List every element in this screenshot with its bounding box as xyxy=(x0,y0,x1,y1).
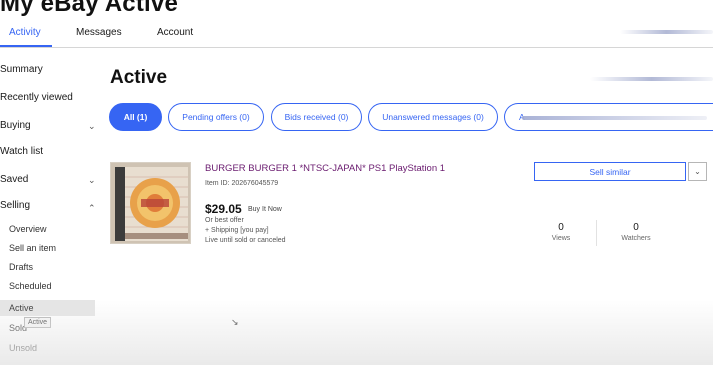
blurred-region xyxy=(522,116,707,120)
sidebar-item-watch-list[interactable]: Watch list xyxy=(0,146,43,157)
sidebar-item-selling[interactable]: Selling xyxy=(0,200,30,211)
top-tab-bar: Activity Messages Account xyxy=(0,24,713,48)
filter-unanswered-messages-pill[interactable]: Unanswered messages (0) xyxy=(368,103,498,131)
item-id: Item ID: 202676045579 xyxy=(205,180,279,187)
shipping-text: + Shipping [you pay] xyxy=(205,227,269,234)
blurred-region xyxy=(590,77,713,81)
listing-title-link[interactable]: BURGER BURGER 1 *NTSC-JAPAN* PS1 PlaySta… xyxy=(205,163,445,174)
chevron-down-icon: ⌄ xyxy=(694,167,701,176)
sidebar-subitem-scheduled[interactable]: Scheduled xyxy=(9,281,52,291)
sidebar-subitem-overview[interactable]: Overview xyxy=(9,224,47,234)
views-count: 0 xyxy=(558,222,564,233)
sidebar-subitem-active[interactable]: Active xyxy=(9,303,34,313)
tab-activity[interactable]: Activity xyxy=(9,27,41,38)
bottom-fade-overlay xyxy=(0,300,713,365)
best-offer-text: Or best offer xyxy=(205,217,244,224)
sidebar-item-summary[interactable]: Summary xyxy=(0,64,43,75)
active-tab-indicator xyxy=(0,45,52,47)
chevron-down-icon[interactable]: ⌄ xyxy=(88,121,96,132)
tooltip: Active xyxy=(24,317,52,328)
sidebar-item-recently-viewed[interactable]: Recently viewed xyxy=(0,92,73,103)
sidebar-subitem-sell-an-item[interactable]: Sell an item xyxy=(9,243,56,253)
listing-thumbnail[interactable] xyxy=(110,162,191,244)
section-title: Active xyxy=(110,67,168,88)
watchers-label: Watchers xyxy=(621,235,651,242)
more-actions-dropdown[interactable]: ⌄ xyxy=(688,162,707,181)
watchers-count: 0 xyxy=(633,222,639,233)
sell-similar-button[interactable]: Sell similar xyxy=(534,162,686,181)
mouse-cursor-icon: ↘ xyxy=(231,317,239,327)
sidebar-subitem-unsold[interactable]: Unsold xyxy=(9,343,37,353)
blurred-region xyxy=(620,30,713,34)
views-label: Views xyxy=(551,235,571,242)
sidebar-item-buying[interactable]: Buying xyxy=(0,120,31,131)
chevron-down-icon[interactable]: ⌄ xyxy=(88,175,96,186)
listing-format: Buy It Now xyxy=(248,206,282,213)
filter-bids-received-pill[interactable]: Bids received (0) xyxy=(271,103,362,131)
tab-messages[interactable]: Messages xyxy=(76,27,122,38)
game-cover-image xyxy=(111,163,190,243)
filter-all-pill[interactable]: All (1) xyxy=(109,103,162,131)
sidebar-item-saved[interactable]: Saved xyxy=(0,174,28,185)
stats-divider xyxy=(596,220,597,246)
listing-duration: Live until sold or canceled xyxy=(205,237,286,244)
page-title: My eBay Active xyxy=(0,0,178,17)
tab-account[interactable]: Account xyxy=(157,27,193,38)
chevron-up-icon[interactable]: ⌃ xyxy=(88,203,96,214)
filter-pending-offers-pill[interactable]: Pending offers (0) xyxy=(168,103,264,131)
sidebar-subitem-drafts[interactable]: Drafts xyxy=(9,262,33,272)
listing-price: $29.05 xyxy=(205,202,242,216)
